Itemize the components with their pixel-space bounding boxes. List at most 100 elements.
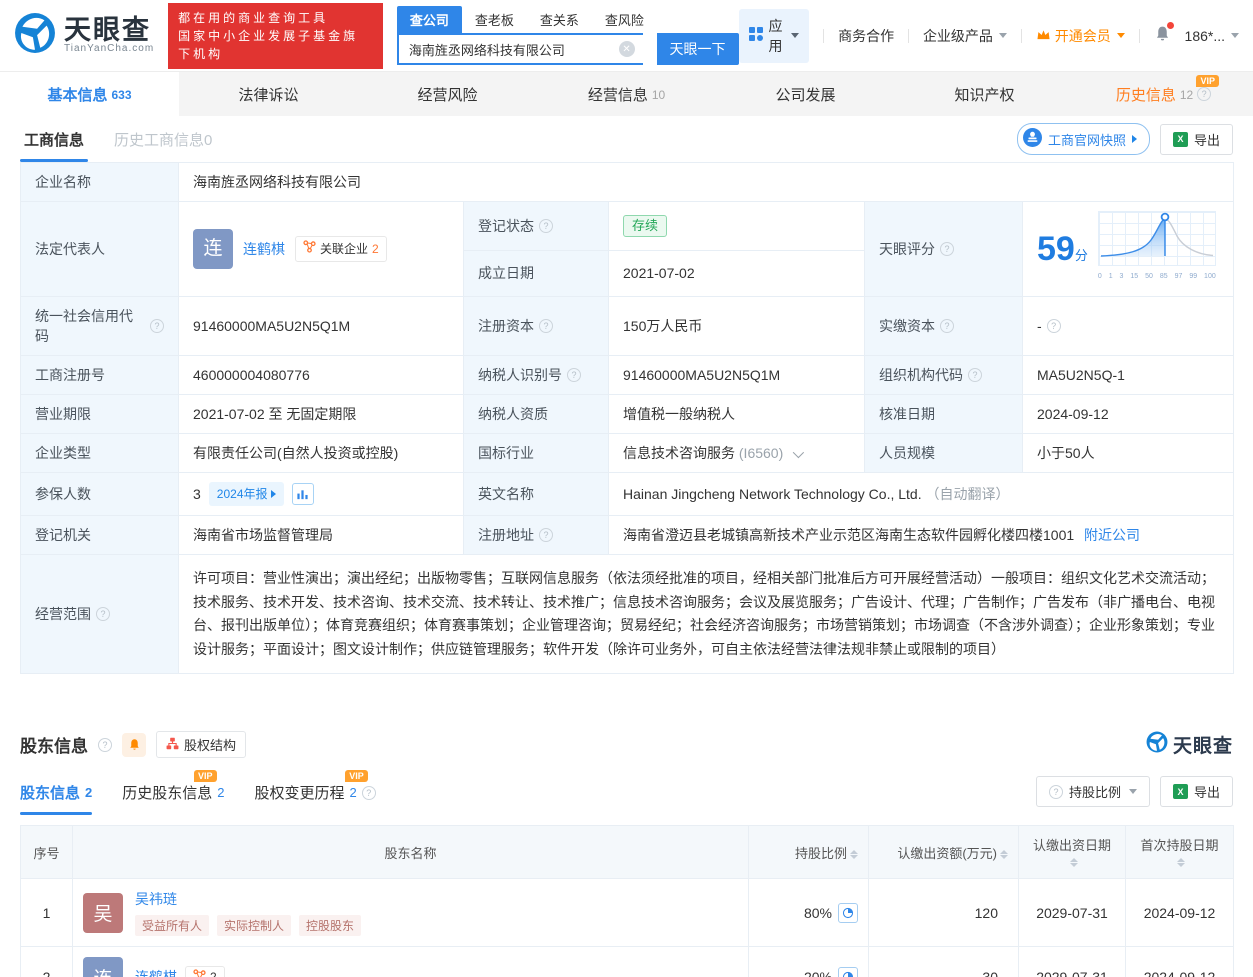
tab-shareholders[interactable]: 股东信息2: [20, 782, 92, 815]
logo[interactable]: 天眼查 TianYanCha.com: [14, 12, 154, 59]
search-input[interactable]: [397, 33, 643, 65]
help-icon[interactable]: ?: [362, 786, 376, 800]
shareholder-link[interactable]: 连鹤棋: [135, 967, 177, 977]
related-companies-badge[interactable]: 关联企业 2: [295, 236, 387, 262]
table-row: 企业类型 有限责任公司(自然人投资或控股) 国标行业 信息技术咨询服务 (I65…: [21, 434, 1234, 473]
business-cooperation-link[interactable]: 商务合作: [838, 26, 894, 46]
english-name-label: 英文名称: [478, 486, 534, 502]
help-icon[interactable]: ?: [98, 738, 112, 752]
business-info-table: 企业名称 海南旌丞网络科技有限公司 法定代表人 连 连鹤棋 关联企业 2: [20, 162, 1234, 674]
tab-operation-risk[interactable]: 经营风险: [358, 72, 537, 116]
industry-value: 信息技术咨询服务: [623, 445, 735, 461]
enterprise-products-menu[interactable]: 企业级产品: [923, 26, 1007, 46]
official-snapshot-button[interactable]: 工商官网快照: [1017, 123, 1150, 155]
staff-size-value: 小于50人: [1037, 445, 1095, 461]
est-date-label: 成立日期: [478, 265, 534, 281]
export-button[interactable]: X 导出: [1160, 776, 1233, 807]
pie-chart-icon[interactable]: [838, 903, 858, 923]
chevron-down-icon[interactable]: [793, 447, 804, 458]
shareholders-table: 序号 股东名称 持股比例 认缴出资额(万元) 认缴出资日期 首次持股日期 1 吴…: [20, 825, 1234, 977]
help-icon[interactable]: ?: [968, 368, 982, 382]
help-icon[interactable]: ?: [96, 607, 110, 621]
tab-history-shareholders[interactable]: VIP 历史股东信息2: [122, 782, 224, 815]
apps-menu[interactable]: 应用: [739, 9, 810, 63]
address-value: 海南省澄迈县老城镇高新技术产业示范区海南生态软件园孵化楼四楼1001: [623, 527, 1074, 543]
search-input-row: ✕ 天眼一下: [397, 33, 739, 65]
help-icon[interactable]: ?: [539, 319, 553, 333]
tab-operation-info[interactable]: 经营信息10: [537, 72, 716, 116]
user-account-menu[interactable]: 186*...: [1185, 28, 1239, 44]
sort-icon[interactable]: [1070, 858, 1078, 867]
tab-history-info[interactable]: VIP 历史信息12 ?: [1074, 72, 1253, 116]
watermark-logo: 天眼查: [1146, 731, 1233, 758]
org-chart-icon: [166, 737, 179, 753]
help-icon[interactable]: ?: [150, 319, 164, 333]
crown-icon: [1036, 28, 1051, 44]
equity-structure-button[interactable]: 股权结构: [156, 731, 246, 758]
taxpayer-quality-label: 纳税人资质: [478, 406, 548, 422]
taxpayer-id-label: 纳税人识别号: [478, 365, 562, 385]
help-icon[interactable]: ?: [940, 319, 954, 333]
subtab-history-business-info[interactable]: 历史工商信息0: [114, 129, 212, 150]
help-icon[interactable]: ?: [940, 242, 954, 256]
annual-report-button[interactable]: 2024年报: [209, 482, 284, 506]
network-icon: [303, 239, 316, 259]
legal-rep-link[interactable]: 连鹤棋: [243, 239, 285, 259]
reg-number-label: 工商注册号: [35, 367, 105, 383]
score-label: 天眼评分: [879, 239, 935, 259]
insured-label: 参保人数: [35, 486, 91, 502]
business-term-label: 营业期限: [35, 406, 91, 422]
apps-grid-icon: [749, 27, 763, 44]
search-button[interactable]: 天眼一下: [657, 33, 739, 65]
tab-intellectual-property[interactable]: 知识产权: [895, 72, 1074, 116]
notifications-button[interactable]: [1154, 25, 1171, 47]
tab-legal-proceedings[interactable]: 法律诉讼: [179, 72, 358, 116]
staff-size-label: 人员规模: [879, 445, 935, 461]
help-icon[interactable]: ?: [1197, 87, 1211, 101]
section-title: 股东信息: [20, 732, 88, 757]
company-name-value: 海南旌丞网络科技有限公司: [193, 174, 361, 190]
clear-icon[interactable]: ✕: [619, 41, 635, 57]
subtab-business-info[interactable]: 工商信息: [20, 117, 88, 162]
sort-icon[interactable]: [850, 850, 858, 859]
ratio-filter-dropdown[interactable]: ? 持股比例: [1036, 776, 1150, 807]
help-icon[interactable]: ?: [539, 219, 553, 233]
search-tab-risk[interactable]: 查风险: [592, 6, 657, 33]
industry-label: 国标行业: [478, 445, 534, 461]
sort-icon[interactable]: [1177, 858, 1185, 867]
insured-value: 3: [193, 484, 201, 504]
help-icon[interactable]: ?: [567, 368, 581, 382]
table-row: 经营范围? 许可项目：营业性演出；演出经纪；出版物零售；互联网信息服务（依法须经…: [21, 555, 1234, 674]
trend-chart-icon[interactable]: [292, 483, 314, 505]
chevron-right-icon: [1132, 135, 1137, 143]
shareholder-link[interactable]: 吴祎琏: [135, 891, 177, 907]
avatar[interactable]: 连: [193, 229, 233, 269]
header: 天眼查 TianYanCha.com 都在用的商业查询工具 国家中小企业发展子基…: [0, 0, 1253, 72]
export-button[interactable]: X 导出: [1160, 124, 1233, 155]
search-tab-relation[interactable]: 查关系: [527, 6, 592, 33]
help-icon[interactable]: ?: [539, 528, 553, 542]
search-tab-boss[interactable]: 查老板: [462, 6, 527, 33]
table-row: 参保人数 3 2024年报 英文名称 Hainan Jingcheng Netw…: [21, 473, 1234, 516]
help-icon[interactable]: ?: [1047, 319, 1061, 333]
legal-rep-label: 法定代表人: [35, 241, 105, 257]
table-row: 2 连 连鹤棋 2 20%: [21, 947, 1234, 977]
tab-basic-info[interactable]: 基本信息633: [0, 72, 179, 116]
avatar[interactable]: 连: [83, 957, 123, 977]
tianyan-score[interactable]: 59分: [1037, 211, 1219, 287]
tab-equity-change-history[interactable]: VIP 股权变更历程2 ?: [255, 782, 376, 815]
credit-code-label: 统一社会信用代码: [35, 306, 145, 346]
vip-membership-menu[interactable]: 开通会员: [1036, 26, 1125, 46]
status-badge: 存续: [623, 215, 667, 237]
pie-chart-icon[interactable]: [838, 967, 858, 977]
nearby-companies-link[interactable]: 附近公司: [1084, 527, 1140, 543]
scope-label: 经营范围: [35, 604, 91, 624]
sort-icon[interactable]: [1000, 850, 1008, 859]
monitor-bell-button[interactable]: [122, 733, 146, 757]
tab-company-development[interactable]: 公司发展: [716, 72, 895, 116]
related-badge[interactable]: 2: [185, 966, 225, 977]
search-tab-company[interactable]: 查公司: [397, 6, 462, 33]
promo-line2: 国家中小企业发展子基金旗下机构: [178, 27, 373, 63]
vip-badge: VIP: [194, 770, 217, 782]
avatar[interactable]: 吴: [83, 893, 123, 933]
